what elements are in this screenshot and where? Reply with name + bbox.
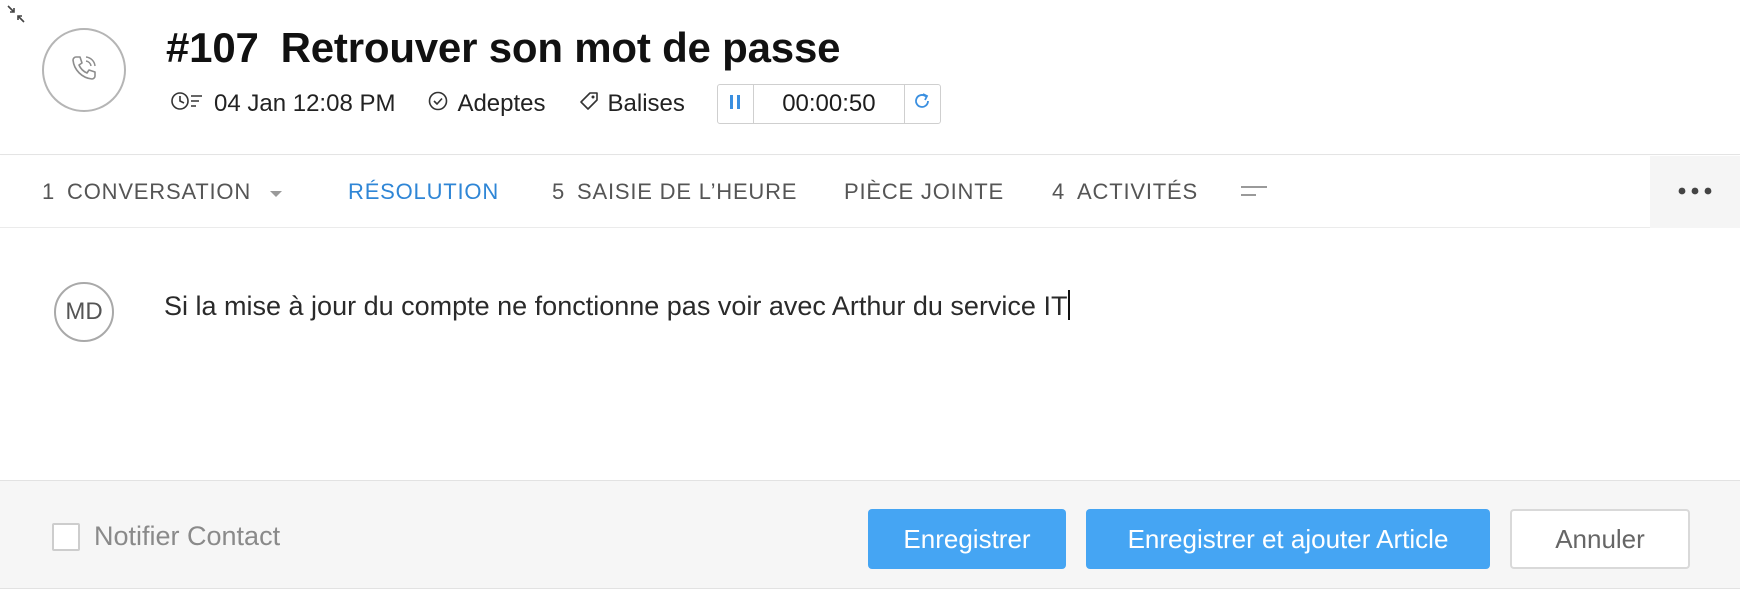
ticket-datetime-label: 04 Jan 12:08 PM [214, 90, 396, 117]
resolution-text: Si la mise à jour du compte ne fonctionn… [164, 291, 1068, 321]
save-button[interactable]: Enregistrer [868, 509, 1066, 569]
tab-label: SAISIE DE L’HEURE [577, 179, 798, 204]
tab-filter[interactable] [1240, 156, 1268, 228]
check-circle-icon [427, 90, 457, 119]
notify-contact-label: Notifier Contact [94, 521, 281, 551]
phone-channel-avatar [42, 28, 126, 112]
sort-lines-icon [1240, 179, 1268, 205]
text-caret [1068, 290, 1071, 320]
resolution-footer: Notifier Contact Enregistrer Enregistrer… [0, 480, 1740, 589]
more-dots-icon [1677, 183, 1713, 201]
ticket-header: #107 Retrouver son mot de passe 04 Jan 1… [0, 0, 1740, 155]
tab-count: 5 [552, 179, 566, 204]
followers-label: Adeptes [457, 90, 546, 117]
tags-button[interactable]: Balises [578, 90, 685, 119]
pause-icon [728, 90, 742, 118]
tab-count: 4 [1052, 179, 1066, 204]
collapse-icon[interactable] [6, 4, 26, 24]
clock-icon [170, 90, 214, 119]
tab-count: 1 [42, 179, 56, 204]
save-and-add-article-button[interactable]: Enregistrer et ajouter Article [1086, 509, 1490, 569]
notify-contact-checkbox[interactable] [52, 522, 80, 551]
tab-time-entry[interactable]: 5 SAISIE DE L’HEURE [552, 156, 797, 228]
more-options-button[interactable] [1650, 156, 1740, 228]
phone-icon [68, 52, 100, 89]
refresh-icon [912, 90, 932, 118]
cancel-button[interactable]: Annuler [1510, 509, 1690, 569]
resolution-text-field[interactable]: Si la mise à jour du compte ne fonctionn… [164, 290, 1071, 322]
ticket-timer: 00:00:50 [716, 84, 941, 124]
ticket-tabs: 1 CONVERSATION RÉSOLUTION 5 SAISIE DE L’… [0, 156, 1740, 228]
followers-button[interactable]: Adeptes [427, 90, 546, 119]
ticket-datetime[interactable]: 04 Jan 12:08 PM [170, 90, 395, 119]
avatar: MD [54, 282, 114, 342]
ticket-number: #107 [166, 24, 259, 71]
ticket-meta: 04 Jan 12:08 PM Adeptes Balises 00:00:50 [170, 84, 941, 124]
dropdown-arrow-icon[interactable] [269, 179, 283, 205]
tab-conversation[interactable]: 1 CONVERSATION [42, 156, 283, 228]
tags-label: Balises [607, 90, 685, 117]
ticket-resolution-window: #107 Retrouver son mot de passe 04 Jan 1… [0, 0, 1740, 604]
tab-label: ACTIVITÉS [1077, 179, 1198, 204]
ticket-subject: Retrouver son mot de passe [280, 24, 841, 71]
timer-value: 00:00:50 [782, 90, 876, 117]
tab-attachment[interactable]: PIÈCE JOINTE [844, 156, 1004, 228]
tab-activities[interactable]: 4 ACTIVITÉS [1052, 156, 1198, 228]
notify-contact-toggle[interactable]: Notifier Contact [52, 521, 280, 552]
tab-label: PIÈCE JOINTE [844, 179, 1004, 204]
resolution-editor: MD Si la mise à jour du compte ne foncti… [0, 228, 1740, 480]
ticket-title: #107 Retrouver son mot de passe [166, 20, 840, 76]
tab-label: CONVERSATION [67, 179, 252, 204]
tab-label: RÉSOLUTION [348, 179, 500, 204]
reset-timer-button[interactable] [903, 85, 940, 123]
tag-icon [578, 90, 608, 119]
pause-timer-button[interactable] [718, 85, 754, 123]
tab-resolution[interactable]: RÉSOLUTION [348, 156, 499, 228]
